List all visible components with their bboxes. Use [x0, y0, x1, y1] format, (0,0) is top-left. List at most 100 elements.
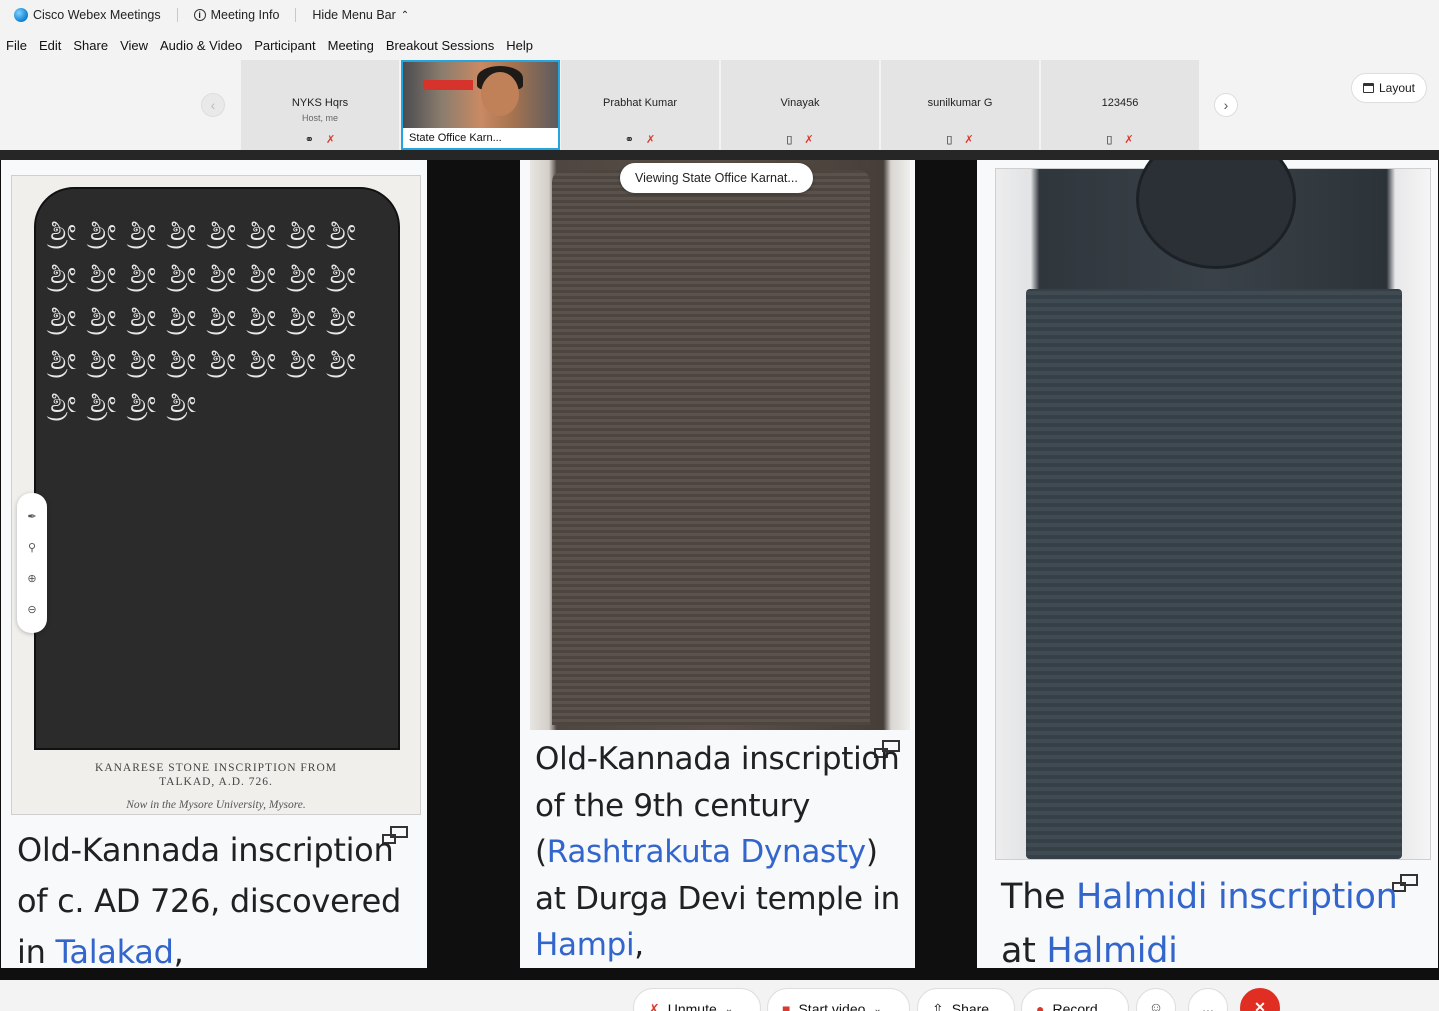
phone-icon: ▯	[786, 134, 793, 146]
video-off-icon: ■	[782, 1001, 791, 1011]
phone-icon: ▯	[946, 134, 953, 146]
more-icon: ...	[1202, 999, 1214, 1011]
link-talakad[interactable]: Talakad	[55, 933, 173, 968]
menu-participant[interactable]: Participant	[254, 38, 315, 53]
mic-muted-locked-icon: ✗	[1124, 134, 1134, 146]
participant-video	[403, 62, 558, 130]
previous-participants-button[interactable]: ‹	[201, 93, 225, 117]
headset-icon: ⚭	[624, 134, 634, 146]
menu-share[interactable]: Share	[73, 38, 108, 53]
shared-content: ಶ್ರೀ ಶ್ರೀ ಶ್ರೀ ಶ್ರೀ ಶ್ರೀ ಶ್ರೀ ಶ್ರೀ ಶ್ರೀ …	[0, 150, 1439, 980]
mic-muted-icon: ✗	[326, 134, 336, 146]
meeting-controls-bar: ✗ Unmute ⌄ ■ Start video ⌄ ⇧ Share ● Rec…	[0, 980, 1439, 1011]
menu-view[interactable]: View	[120, 38, 148, 53]
caption-text: ,	[634, 927, 644, 963]
participant-name: Prabhat Kumar	[603, 97, 677, 109]
close-icon: ✕	[1254, 999, 1266, 1011]
slide-panel-1: ಶ್ರೀ ಶ್ರೀ ಶ್ರೀ ಶ್ರೀ ಶ್ರೀ ಶ್ರೀ ಶ್ರೀ ಶ್ರೀ …	[1, 160, 427, 968]
participant-tile[interactable]: 123456 ▯ ✗	[1041, 60, 1199, 150]
divider	[176, 8, 178, 22]
info-icon: i	[193, 9, 206, 21]
inscription-image-talakad: ಶ್ರೀ ಶ್ರೀ ಶ್ರೀ ಶ್ರೀ ಶ್ರೀ ಶ್ರೀ ಶ್ರೀ ಶ್ರೀ …	[11, 175, 421, 815]
image-caption: KANARESE STONE INSCRIPTION FROM TALKAD, …	[12, 761, 420, 789]
menu-file[interactable]: File	[6, 38, 27, 53]
participant-tile[interactable]: Prabhat Kumar ⚭ ✗	[561, 60, 719, 150]
caption-text: ,	[173, 933, 184, 968]
unmute-button[interactable]: ✗ Unmute ⌄	[633, 988, 761, 1011]
hide-menu-bar-button[interactable]: Hide Menu Bar ⌃	[306, 0, 415, 30]
more-options-button[interactable]: ...	[1188, 988, 1228, 1011]
link-halmidi-inscription[interactable]: Halmidi inscription	[1076, 877, 1398, 917]
record-icon: ●	[1036, 1001, 1045, 1011]
annotate-pen-icon[interactable]: ✒	[27, 510, 36, 523]
slide-panel-2: Viewing State Office Karnat... Old-Kanna…	[520, 160, 915, 968]
inscription-stone	[552, 170, 870, 725]
start-video-label: Start video	[798, 1001, 866, 1011]
caption-text: at	[1001, 931, 1047, 968]
menu-breakout-sessions[interactable]: Breakout Sessions	[386, 38, 494, 53]
layout-icon	[1362, 83, 1374, 93]
participant-tile[interactable]: sunilkumar G ▯ ✗	[881, 60, 1039, 150]
participant-role: Host, me	[301, 113, 338, 123]
zoom-in-icon[interactable]: ⊕	[27, 572, 36, 585]
annotation-toolbar: ✒ ⚲ ⊕ ⊖	[17, 493, 47, 633]
record-button[interactable]: ● Record	[1021, 988, 1129, 1011]
mic-muted-icon: ✗	[964, 134, 974, 146]
share-button[interactable]: ⇧ Share	[917, 988, 1015, 1011]
app-title: Cisco Webex Meetings	[8, 0, 167, 30]
participant-name: NYKS Hqrs	[291, 97, 349, 109]
share-icon: ⇧	[932, 1001, 944, 1011]
chevron-down-icon[interactable]: ⌄	[725, 1004, 733, 1011]
unmute-label: Unmute	[667, 1001, 717, 1011]
image-caption-line: KANARESE STONE INSCRIPTION FROM	[95, 762, 337, 774]
phone-icon: ▯	[1106, 134, 1113, 146]
link-rashtrakuta-dynasty[interactable]: Rashtrakuta Dynasty	[547, 834, 866, 870]
share-label: Share	[951, 1001, 990, 1011]
slide-caption-text: The Halmidi inscription at Halmidi	[1001, 870, 1431, 968]
menu-meeting[interactable]: Meeting	[328, 38, 374, 53]
record-label: Record	[1052, 1001, 1098, 1011]
viewing-indicator: Viewing State Office Karnat...	[620, 163, 813, 193]
chevron-down-icon[interactable]: ⌄	[873, 1004, 881, 1011]
reactions-button[interactable]: ☺	[1136, 988, 1176, 1011]
participant-name: State Office Karn...	[403, 128, 558, 148]
inscription-stone	[1026, 289, 1402, 859]
layout-label: Layout	[1378, 81, 1416, 95]
participant-tile[interactable]: Vinayak ▯ ✗	[721, 60, 879, 150]
layout-button[interactable]: Layout	[1351, 73, 1427, 103]
image-caption-italic: Now in the Mysore University, Mysore.	[126, 799, 306, 811]
link-hampi[interactable]: Hampi	[535, 927, 635, 963]
zoom-out-icon[interactable]: ⊖	[27, 603, 36, 616]
leave-meeting-button[interactable]: ✕	[1240, 988, 1280, 1011]
menu-help[interactable]: Help	[506, 38, 533, 53]
inscription-image-halmidi	[995, 160, 1431, 860]
participant-name: sunilkumar G	[927, 97, 993, 109]
next-participants-button[interactable]: ›	[1214, 93, 1238, 117]
video-background-banner	[423, 80, 473, 90]
webex-logo-icon	[14, 8, 28, 22]
inscription-stone: ಶ್ರೀ ಶ್ರೀ ಶ್ರೀ ಶ್ರೀ ಶ್ರೀ ಶ್ರೀ ಶ್ರೀ ಶ್ರೀ …	[34, 187, 400, 750]
participant-strip: ‹ NYKS Hqrs Host, me ⚭ ✗ State Office Ka…	[0, 60, 1439, 150]
slide-caption-text: Old-Kannada inscription of the 9th centu…	[535, 736, 915, 968]
slide-panel-3: The Halmidi inscription at Halmidi	[977, 160, 1438, 968]
start-video-button[interactable]: ■ Start video ⌄	[767, 988, 910, 1011]
menu-bar: File Edit Share View Audio & Video Parti…	[0, 30, 1439, 60]
participant-tile[interactable]: NYKS Hqrs Host, me ⚭ ✗	[241, 60, 399, 150]
headset-icon: ⚭	[304, 134, 314, 146]
inscription-image-hampi	[530, 160, 910, 730]
participant-name: 123456	[1101, 97, 1139, 109]
remote-control-icon[interactable]: ⚲	[28, 541, 36, 554]
mic-muted-locked-icon: ✗	[804, 134, 814, 146]
chevron-up-icon: ⌃	[400, 9, 410, 21]
link-halmidi[interactable]: Halmidi	[1046, 931, 1177, 968]
menu-audio-video[interactable]: Audio & Video	[160, 38, 242, 53]
mic-muted-locked-icon: ✗	[646, 134, 656, 146]
meeting-info-button[interactable]: i Meeting Info	[188, 0, 286, 30]
inscription-script-pattern: ಶ್ರೀ ಶ್ರೀ ಶ್ರೀ ಶ್ರೀ ಶ್ರೀ ಶ್ರೀ ಶ್ರೀ ಶ್ರೀ …	[50, 213, 358, 420]
slide-caption-text: Old-Kannada inscription of c. AD 726, di…	[17, 825, 427, 968]
content-top-band	[0, 150, 1439, 160]
hide-menu-bar-label: Hide Menu Bar	[312, 8, 396, 22]
reactions-icon: ☺	[1148, 999, 1164, 1011]
menu-edit[interactable]: Edit	[39, 38, 61, 53]
participant-video-tile[interactable]: State Office Karn...	[401, 60, 560, 150]
